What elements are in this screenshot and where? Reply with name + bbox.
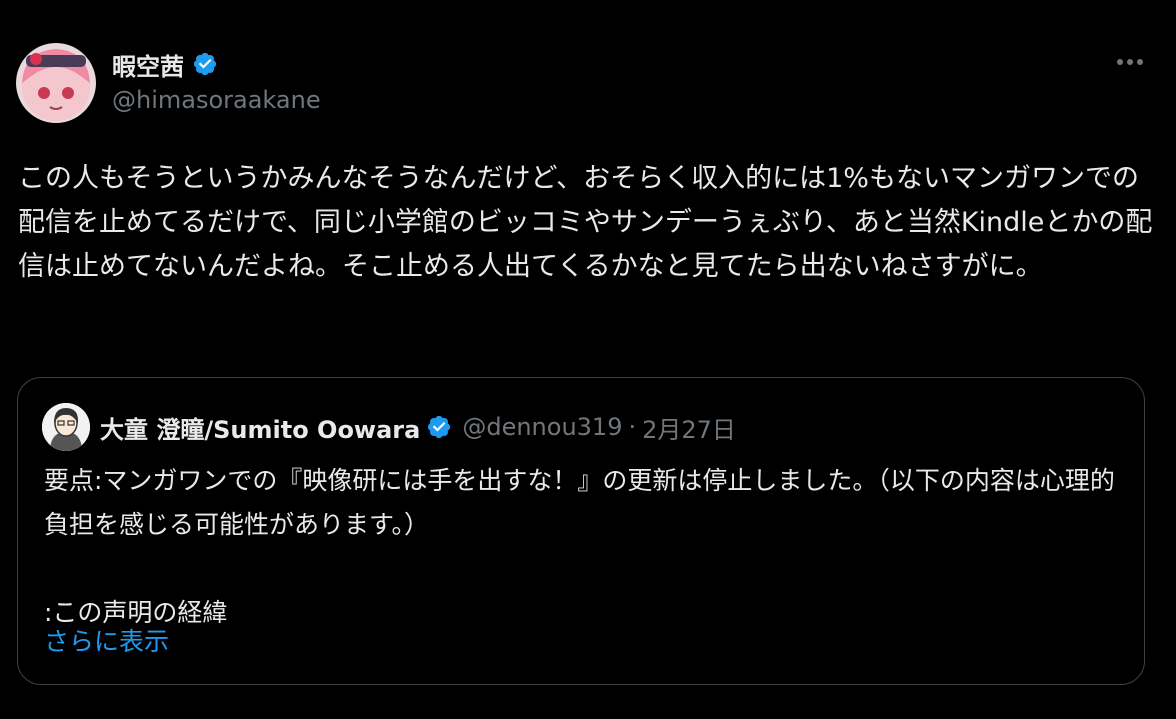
avatar[interactable]: [16, 43, 96, 123]
quoted-display-name[interactable]: 大童 澄瞳/Sumito Oowara: [100, 410, 420, 445]
author-name-row: 暇空茜: [112, 44, 218, 84]
quoted-tweet-card[interactable]: 大童 澄瞳/Sumito Oowara @dennou319 · 2月27日 要…: [17, 377, 1145, 685]
quoted-text: 要点:マンガワンでの『映像研には手を出すな！』の更新は停止しました。（以下の内容…: [44, 466, 1115, 627]
quoted-date[interactable]: 2月27日: [642, 410, 736, 445]
author-handle[interactable]: @himasoraakane: [112, 86, 321, 114]
tweet-text: この人もそうというかみんなそうなんだけど、おそらく収入的には1%もないマンガワン…: [18, 163, 1153, 282]
quoted-avatar[interactable]: [42, 403, 90, 451]
tweet: 暇空茜 @himasoraakane この人もそうというかみんなそうなんだけど、…: [0, 0, 1176, 719]
more-horizontal-icon[interactable]: [1110, 50, 1150, 74]
verified-badge-icon: [428, 415, 451, 439]
separator-dot: ·: [628, 413, 637, 441]
quoted-header: 大童 澄瞳/Sumito Oowara @dennou319 · 2月27日: [100, 408, 736, 446]
display-name[interactable]: 暇空茜: [112, 47, 184, 82]
quoted-handle[interactable]: @dennou319: [462, 413, 622, 441]
verified-badge-icon: [193, 52, 217, 76]
show-more-link[interactable]: さらに表示: [44, 624, 169, 660]
